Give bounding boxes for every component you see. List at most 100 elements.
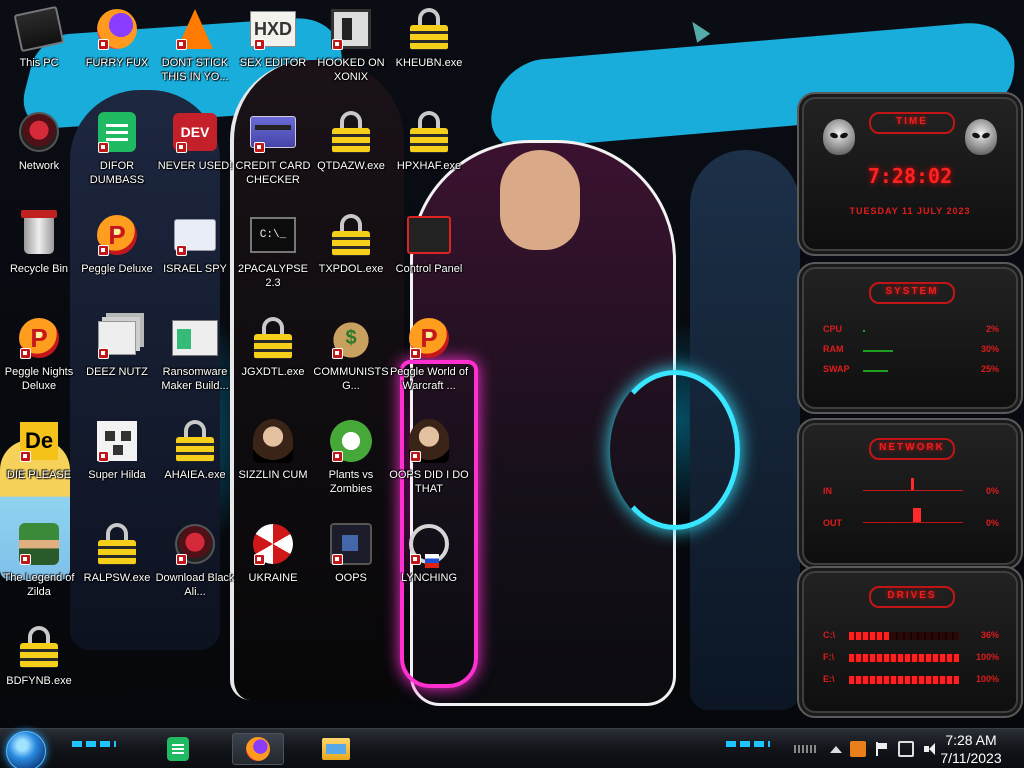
desktop-icon[interactable]: De DIE PLEASE xyxy=(0,412,81,508)
desktop-icon[interactable]: ISRAEL SPY xyxy=(153,206,237,302)
desktop-icon[interactable]: P Peggle World of Warcraft ... xyxy=(387,309,471,405)
desktop-icon[interactable]: AHAIEA.exe xyxy=(153,412,237,508)
shortcut-badge-icon xyxy=(20,348,31,359)
desktop-icon-label: Super Hilda xyxy=(88,469,146,481)
desktop-icon[interactable]: FURRY FUX xyxy=(75,0,159,96)
desktop-icon[interactable]: SIZZLIN CUM xyxy=(231,412,315,508)
desktop-icon[interactable]: Network xyxy=(0,103,81,199)
desktop-icon[interactable]: P Peggle Nights Deluxe xyxy=(0,309,81,405)
drives-gadget-title: DRIVES xyxy=(869,586,955,608)
desktop-icon[interactable]: The Legend of Zilda xyxy=(0,515,81,611)
drive-usage-fill xyxy=(849,676,959,684)
shortcut-badge-icon xyxy=(410,554,421,565)
desktop-icon[interactable]: HXD SEX EDITOR xyxy=(231,0,315,96)
desktop-icon[interactable]: $ COMMUNISTS G... xyxy=(309,309,393,405)
network-icon[interactable] xyxy=(898,741,914,757)
desktop-icon[interactable]: Plants vs Zombies xyxy=(309,412,393,508)
desktop-icon[interactable]: DIFOR DUMBASS xyxy=(75,103,159,199)
lock-icon-graphic xyxy=(254,317,292,359)
desktop-icon-label: AHAIEA.exe xyxy=(164,469,226,481)
network-gadget[interactable]: NETWORK IN 0% OUT 0% xyxy=(797,418,1023,570)
system-row-cpu: CPU 2% xyxy=(823,324,999,338)
drive-row-label: E:\ xyxy=(823,674,835,684)
lock-icon xyxy=(406,6,452,52)
desktop-icon[interactable]: Super Hilda xyxy=(75,412,159,508)
desktop-icon[interactable]: P Peggle Deluxe xyxy=(75,206,159,302)
wallpaper-figure xyxy=(690,150,800,710)
taskbar-button-file-explorer[interactable] xyxy=(310,733,362,765)
system-gadget-title: SYSTEM xyxy=(869,282,955,304)
desktop-icon[interactable]: QTDAZW.exe xyxy=(309,103,393,199)
desktop-icon[interactable]: LYNCHING xyxy=(387,515,471,611)
desktop-icon[interactable]: C:\_ 2PACALYPSE 2.3 xyxy=(231,206,315,302)
shortcut-badge-icon xyxy=(410,451,421,462)
drive-row-value: 100% xyxy=(975,652,999,662)
firefox-icon xyxy=(246,737,270,761)
system-row-value: 25% xyxy=(980,364,999,374)
shortcut-badge-icon xyxy=(98,39,109,50)
taskbar-button-firefox[interactable] xyxy=(232,733,284,765)
desktop-icon[interactable]: CREDIT CARD CHECKER xyxy=(231,103,315,199)
lock-icon-graphic xyxy=(332,111,370,153)
lock-icon-graphic xyxy=(410,111,448,153)
desktop-icon[interactable]: DEEZ NUTZ xyxy=(75,309,159,405)
shortcut-badge-icon xyxy=(254,142,265,153)
drive-usage-fill xyxy=(849,654,959,662)
desktop-icon[interactable]: Control Panel xyxy=(387,206,471,302)
shortcut-badge-icon xyxy=(332,348,343,359)
desktop-icon-label: Peggle Deluxe xyxy=(81,263,153,275)
desktop-icon-label: SIZZLIN CUM xyxy=(238,469,308,481)
desktop-icon-label: The Legend of Zilda xyxy=(3,572,75,598)
desktop-icon[interactable]: OOPS DID I DO THAT xyxy=(387,412,471,508)
zelda-icon xyxy=(16,521,62,567)
gadget-clock-date: TUESDAY 11 JULY 2023 xyxy=(849,206,971,216)
clock-gadget[interactable]: TIME 7:28:02 TUESDAY 11 JULY 2023 xyxy=(797,92,1023,256)
desktop-icon[interactable]: DONT STICK THIS IN YO... xyxy=(153,0,237,96)
desktop-icon[interactable]: Recycle Bin xyxy=(0,206,81,302)
star-icon-graphic xyxy=(253,419,293,463)
taskbar-button-sheets[interactable] xyxy=(152,733,204,765)
network-gadget-title: NETWORK xyxy=(869,438,955,460)
desktop-icon-label: OOPS DID I DO THAT xyxy=(389,469,469,495)
shortcut-badge-icon xyxy=(98,142,109,153)
control-panel-icon xyxy=(406,212,452,258)
desktop-icon-label: UKRAINE xyxy=(248,572,298,584)
graph-spike xyxy=(911,478,914,490)
tray-grip-icon xyxy=(794,745,816,753)
network-row-value: 0% xyxy=(985,518,999,528)
desktop-icon[interactable]: JGXDTL.exe xyxy=(231,309,315,405)
folder-icon xyxy=(322,738,350,760)
desktop-icon[interactable]: RALPSW.exe xyxy=(75,515,159,611)
shortcut-badge-icon xyxy=(176,554,187,565)
xonix-icon xyxy=(328,6,374,52)
desktop-icon-label: Ransomware Maker Build... xyxy=(161,366,229,392)
app-icon[interactable] xyxy=(850,741,866,757)
desktop-icon[interactable]: DEV NEVER USED! xyxy=(153,103,237,199)
desktop-icon[interactable]: HPXHAF.exe xyxy=(387,103,471,199)
lock-icon-graphic xyxy=(332,214,370,256)
desktop-icon[interactable]: OOPS xyxy=(309,515,393,611)
start-button[interactable] xyxy=(6,731,46,768)
network-in-graph xyxy=(863,476,963,491)
chevron-up-icon[interactable] xyxy=(830,745,842,753)
desktop-icon[interactable]: Download Black Ali... xyxy=(153,515,237,611)
desktop-icon[interactable]: KHEUBN.exe xyxy=(387,0,471,96)
desktop-icon[interactable]: UKRAINE xyxy=(231,515,315,611)
desktop-icon[interactable]: TXPDOL.exe xyxy=(309,206,393,302)
system-row-value: 2% xyxy=(985,324,999,334)
desktop-icon[interactable]: HOOKED ON XONIX xyxy=(309,0,393,96)
cmd-icon: C:\_ xyxy=(250,212,296,258)
flag-icon[interactable] xyxy=(874,741,890,757)
alien-orb-icon xyxy=(16,109,62,155)
pixel-art-icon xyxy=(94,418,140,464)
desktop-icon[interactable]: Ransomware Maker Build... xyxy=(153,309,237,405)
taskbar-clock[interactable]: 7:28 AM 7/11/2023 xyxy=(928,729,1014,768)
alien-orb-icon-graphic xyxy=(19,112,59,152)
desktop-icon[interactable]: BDFYNB.exe xyxy=(0,618,81,714)
desktop-icon-label: Control Panel xyxy=(395,263,463,275)
drives-gadget[interactable]: DRIVES C:\ 36% F:\ 100% E:\ 100% xyxy=(797,566,1023,718)
desktop-icon[interactable]: This PC xyxy=(0,0,81,96)
shortcut-badge-icon xyxy=(176,142,187,153)
cpu-usage-bar xyxy=(863,330,865,332)
system-gadget[interactable]: SYSTEM CPU 2% RAM 30% SWAP 25% xyxy=(797,262,1023,414)
